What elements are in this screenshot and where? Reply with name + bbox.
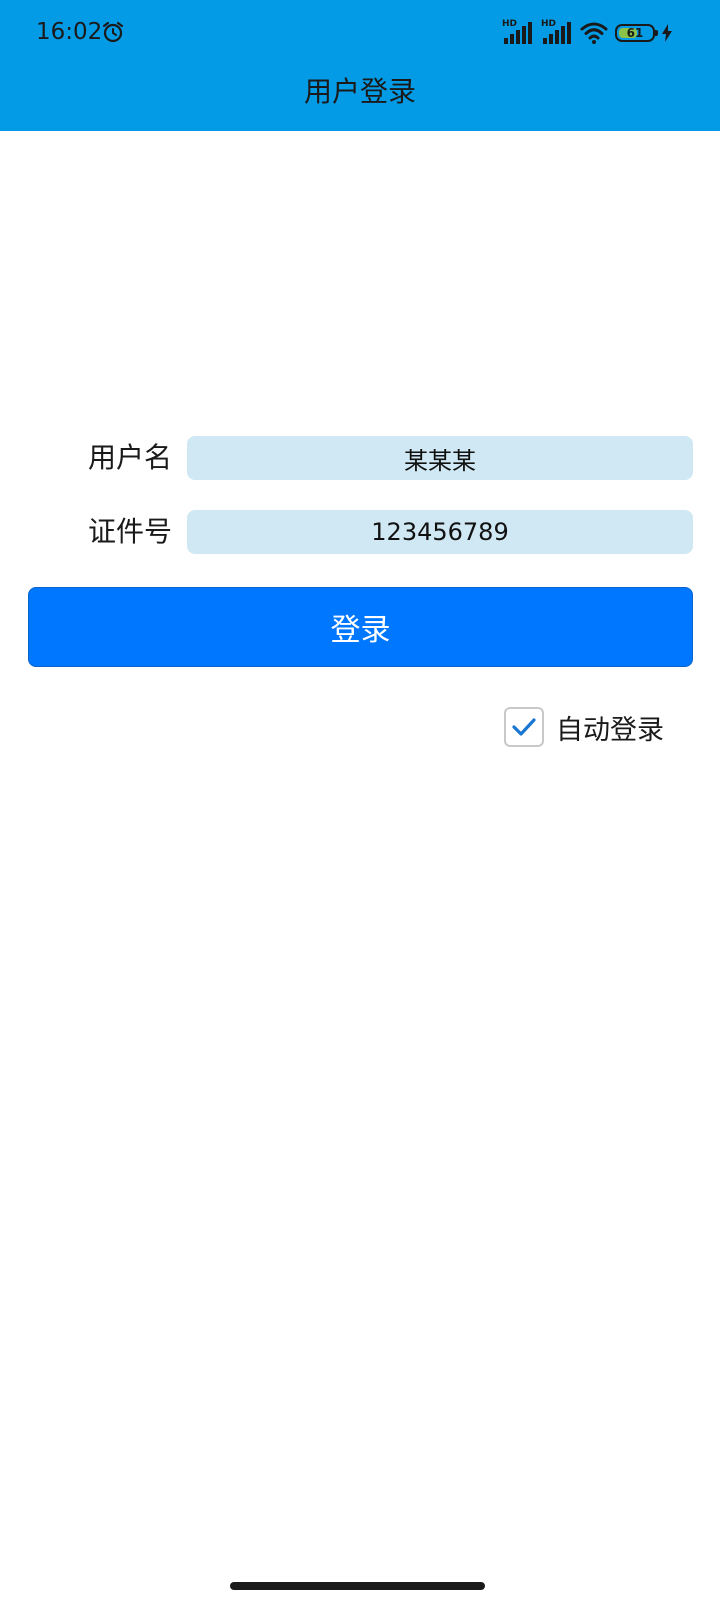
- auto-login-label: 自动登录: [556, 714, 664, 746]
- hd-badge: HD: [541, 19, 557, 29]
- signal-icon: HD: [502, 19, 534, 45]
- home-indicator[interactable]: [230, 1582, 485, 1590]
- hd-badge: HD: [502, 19, 518, 29]
- alarm-icon: [102, 21, 124, 43]
- auto-login-option[interactable]: 自动登录: [504, 705, 664, 749]
- login-button[interactable]: 登录: [28, 587, 693, 667]
- battery-icon: 61: [615, 24, 658, 42]
- status-time: 16:02: [36, 19, 103, 45]
- app-header: 16:02 HD HD 61 用户登录: [0, 0, 720, 131]
- auto-login-checkbox[interactable]: [504, 707, 544, 747]
- check-icon: [512, 718, 536, 736]
- username-label: 用户名: [87, 441, 172, 474]
- page-title: 用户登录: [303, 75, 416, 108]
- id-number-label: 证件号: [87, 515, 172, 548]
- status-icons: HD HD 61: [502, 19, 672, 46]
- username-input[interactable]: [187, 436, 693, 480]
- id-number-input[interactable]: [187, 510, 693, 554]
- charging-bolt-icon: [662, 24, 672, 42]
- battery-level: 61: [626, 26, 644, 40]
- wifi-icon: [580, 22, 608, 44]
- battery-nub: [655, 30, 658, 36]
- signal-icon: HD: [541, 19, 573, 45]
